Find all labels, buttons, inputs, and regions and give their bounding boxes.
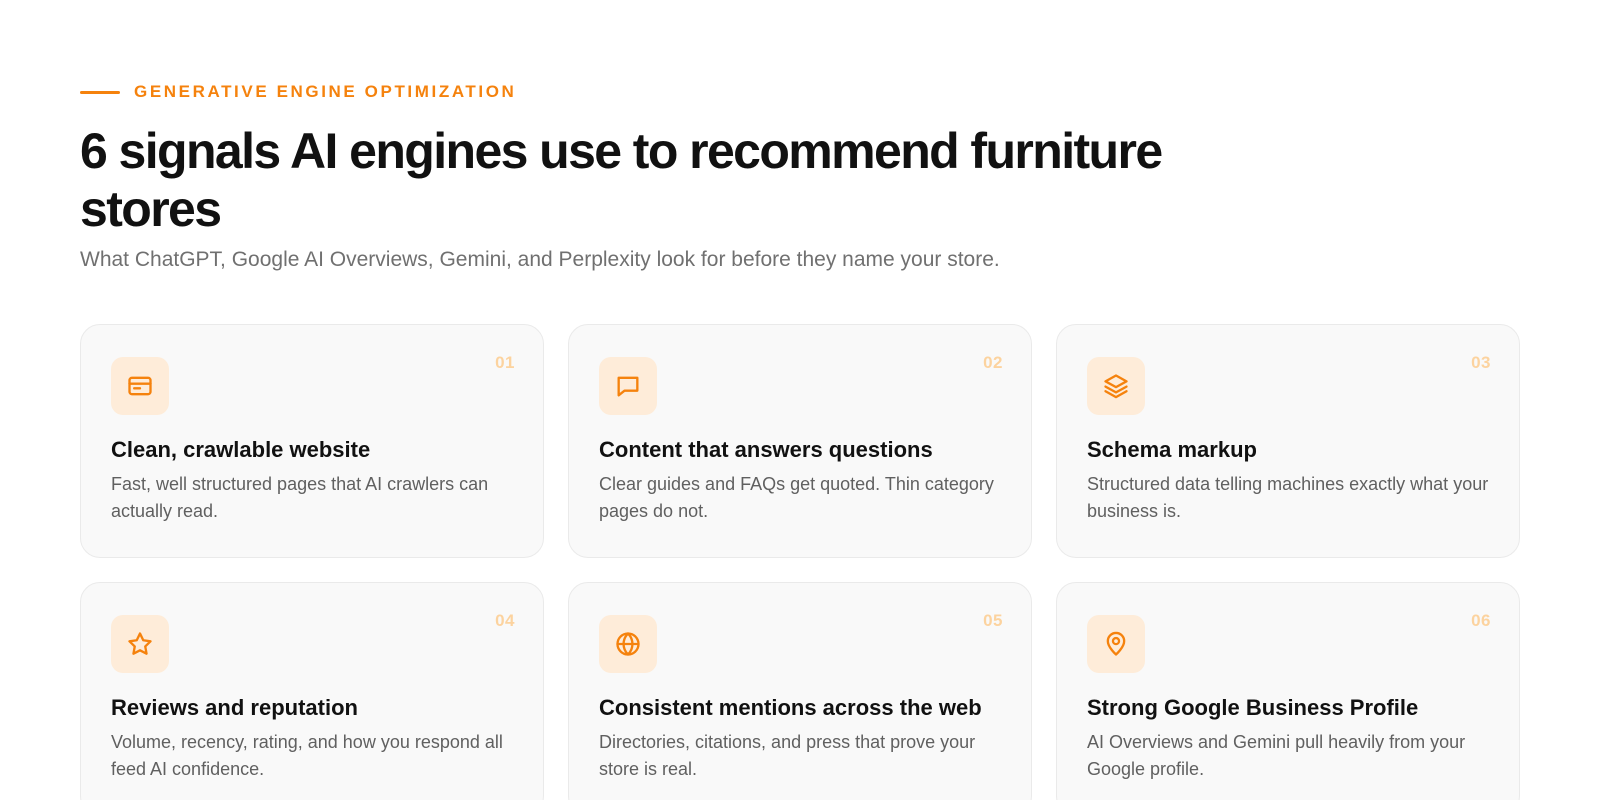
card-number: 02 — [983, 353, 1003, 372]
card-number: 05 — [983, 611, 1003, 630]
card-description: Directories, citations, and press that p… — [599, 732, 976, 779]
signal-card-schema: 03 Schema markup Structured data telling… — [1056, 324, 1520, 558]
page-subtitle: What ChatGPT, Google AI Overviews, Gemin… — [80, 248, 1000, 271]
card-number: 06 — [1471, 611, 1491, 630]
card-title: Consistent mentions across the web — [599, 695, 982, 720]
eyebrow-label: GENERATIVE ENGINE OPTIMIZATION — [134, 82, 517, 101]
star-icon — [111, 615, 169, 673]
card-title: Content that answers questions — [599, 437, 933, 462]
eyebrow-accent-line — [80, 90, 120, 94]
card-description: AI Overviews and Gemini pull heavily fro… — [1087, 732, 1466, 779]
chat-bubble-icon — [599, 357, 657, 415]
card-description: Structured data telling machines exactly… — [1087, 474, 1489, 521]
card-number: 04 — [495, 611, 515, 630]
card-title: Clean, crawlable website — [111, 437, 371, 462]
card-description: Clear guides and FAQs get quoted. Thin c… — [599, 474, 994, 521]
card-number: 03 — [1471, 353, 1491, 372]
eyebrow: GENERATIVE ENGINE OPTIMIZATION — [80, 82, 516, 102]
card-description: Fast, well structured pages that AI craw… — [111, 474, 489, 521]
globe-icon — [599, 615, 657, 673]
layers-icon — [1087, 357, 1145, 415]
card-title: Schema markup — [1087, 437, 1257, 462]
card-description: Volume, recency, rating, and how you res… — [111, 732, 503, 779]
signal-card-content: 02 Content that answers questions Clear … — [568, 324, 1032, 558]
signal-card-reviews: 04 Reviews and reputation Volume, recenc… — [80, 582, 544, 800]
card-title: Strong Google Business Profile — [1087, 695, 1419, 720]
card-title: Reviews and reputation — [111, 695, 358, 720]
signal-card-google-profile: 06 Strong Google Business Profile AI Ove… — [1056, 582, 1520, 800]
card-number: 01 — [495, 353, 515, 372]
signal-card-mentions: 05 Consistent mentions across the web Di… — [568, 582, 1032, 800]
signals-grid: 01 Clean, crawlable website Fast, well s… — [80, 324, 1520, 800]
signal-card-website: 01 Clean, crawlable website Fast, well s… — [80, 324, 544, 558]
map-pin-icon — [1087, 615, 1145, 673]
page-title: 6 signals AI engines use to recommend fu… — [80, 123, 1163, 237]
browser-window-icon — [111, 357, 169, 415]
